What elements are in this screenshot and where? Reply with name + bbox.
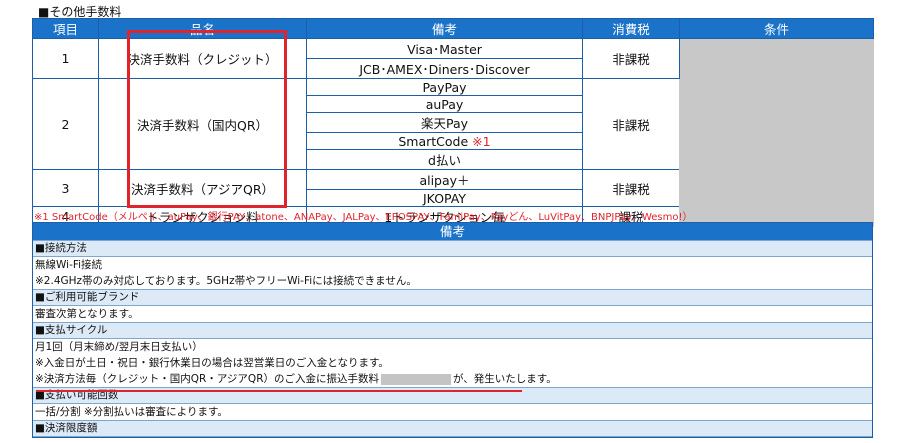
section-line: 無線Wi-Fi接続 [35, 259, 103, 271]
remarks-panel: 備考 ■接続方法 無線Wi-Fi接続 ※2.4GHz帯のみ対応しております。5G… [32, 222, 873, 438]
redacted-amount [381, 373, 451, 385]
remarks-header: 備考 [33, 223, 872, 240]
row-name: 決済手数料（クレジット） [98, 38, 307, 79]
fee-line: ※決済方法毎（クレジット・国内QR・アジアQR）のご入金に振込手数料 が、発生いた… [33, 371, 872, 387]
section-line: 月1回（月末締め/翌月末日支払い） [35, 341, 203, 353]
fee-line-prefix: ※決済方法毎（クレジット・国内QR・アジアQR）のご入金に振込手数料 [35, 373, 379, 385]
section-line: 一括/分割 ※分割払いは審査によります。 [35, 406, 228, 418]
redacted-condition [679, 38, 874, 227]
row-name: 決済手数料（国内QR） [98, 78, 307, 170]
row-note: auPay [306, 95, 583, 113]
fee-table: 項目 品名 備考 消費税 条件 1 決済手数料（クレジット） Visa･Mast… [32, 18, 874, 227]
section-payment-limit: ■決済限度額 [33, 420, 872, 437]
row-note: d払い [306, 149, 583, 170]
section-line: ※2.4GHz帯のみ対応しております。5GHz帯やフリーWi-Fiには接続できま… [35, 275, 417, 287]
row-number: 1 [32, 38, 99, 79]
row-note-smartcode: SmartCode ※1 [306, 132, 583, 150]
section-payment-cycle: ■支払サイクル [33, 322, 872, 339]
header-notes: 備考 [306, 18, 583, 39]
row-note: JCB･AMEX･Diners･Discover [306, 58, 583, 79]
row-note: Visa･Master [306, 38, 583, 59]
header-tax: 消費税 [582, 18, 680, 39]
row-tax: 非課税 [582, 38, 680, 79]
row-number: 2 [32, 78, 99, 170]
header-product: 品名 [98, 18, 307, 39]
footnote-mark: ※1 [472, 133, 491, 149]
row-note: alipay＋ [306, 169, 583, 190]
row-note: JKOPAY [306, 189, 583, 207]
section-line: ※入金日が土日・祝日・銀行休業日の場合は翌営業日のご入金となります。 [35, 357, 389, 369]
smartcode-label: SmartCode [398, 133, 469, 149]
row-name: 決済手数料（アジアQR） [98, 169, 307, 207]
table-header-row: 項目 品名 備考 消費税 条件 [32, 18, 874, 39]
header-item: 項目 [32, 18, 99, 39]
header-condition: 条件 [679, 18, 874, 39]
section-line: 審査次第となります。 [35, 308, 139, 320]
row-note: PayPay [306, 78, 583, 96]
highlight-underline [36, 390, 522, 392]
section-connection: ■接続方法 [33, 240, 872, 257]
section-brands: ■ご利用可能ブランド [33, 289, 872, 306]
row-tax: 非課税 [582, 78, 680, 170]
row-tax: 非課税 [582, 169, 680, 207]
fee-line-suffix: が、発生いたします。 [453, 373, 557, 385]
row-note: 楽天Pay [306, 112, 583, 133]
table-row: 1 決済手数料（クレジット） Visa･Master 非課税 [32, 38, 874, 227]
row-number: 3 [32, 169, 99, 207]
smartcode-footnote: ※1 SmartCode（メルペイ、auPay、銀行PAY、atone、ANAP… [34, 212, 693, 223]
